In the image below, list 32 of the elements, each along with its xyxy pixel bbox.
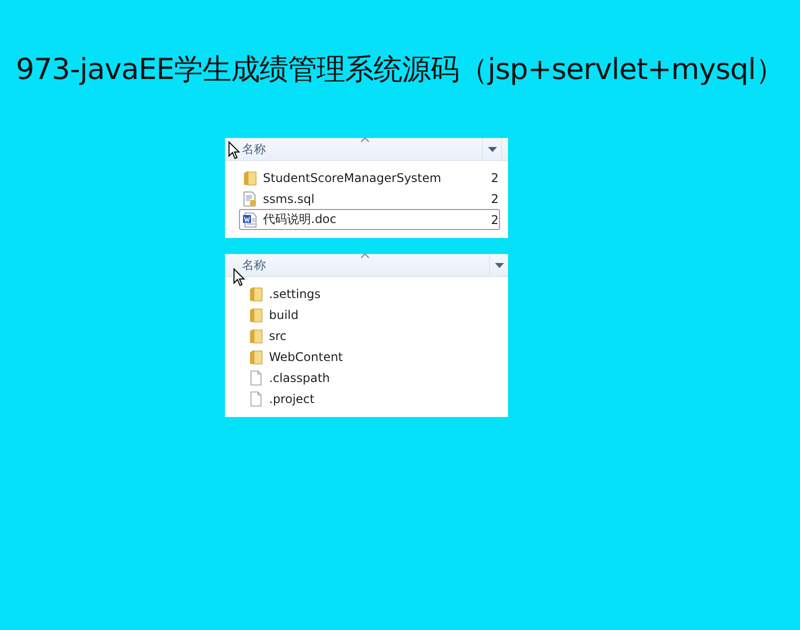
file-name: .settings [269, 286, 322, 300]
file-name: WebContent [269, 350, 344, 364]
file-row[interactable]: .project [225, 388, 500, 409]
file-row[interactable]: StudentScoreManagerSystem 2 [225, 167, 500, 188]
file-name: 代码说明.doc [263, 211, 338, 228]
file-name: StudentScoreManagerSystem [263, 170, 442, 184]
mouse-cursor-icon [228, 141, 240, 160]
blank-file-icon [249, 390, 263, 406]
file-row[interactable]: src [225, 325, 500, 346]
folder-icon [249, 306, 263, 322]
file-row[interactable]: build [225, 304, 500, 325]
folder-icon [249, 348, 263, 364]
date-cell: 2 [491, 212, 499, 226]
file-name: .project [269, 392, 316, 406]
date-cell: 2 [491, 192, 499, 206]
date-cell: 2 [491, 170, 499, 184]
folder-icon [249, 286, 263, 302]
file-name: src [269, 328, 288, 342]
file-row[interactable]: .settings [225, 283, 500, 304]
file-row[interactable]: 代码说明.doc 2 [239, 209, 500, 230]
file-name: build [269, 308, 300, 322]
document-database-icon [243, 190, 257, 206]
blank-file-icon [249, 370, 263, 386]
file-name: ssms.sql [263, 192, 316, 206]
folder-icon [249, 328, 263, 344]
file-name: .classpath [269, 370, 331, 384]
folder-icon [243, 170, 257, 186]
page-title: 973-javaEE学生成绩管理系统源码（jsp+servlet+mysql） [14, 51, 786, 88]
file-row[interactable]: .classpath [225, 367, 500, 388]
word-document-icon [242, 212, 257, 228]
file-row[interactable]: ssms.sql 2 [225, 188, 500, 209]
file-row[interactable]: WebContent [225, 346, 500, 367]
